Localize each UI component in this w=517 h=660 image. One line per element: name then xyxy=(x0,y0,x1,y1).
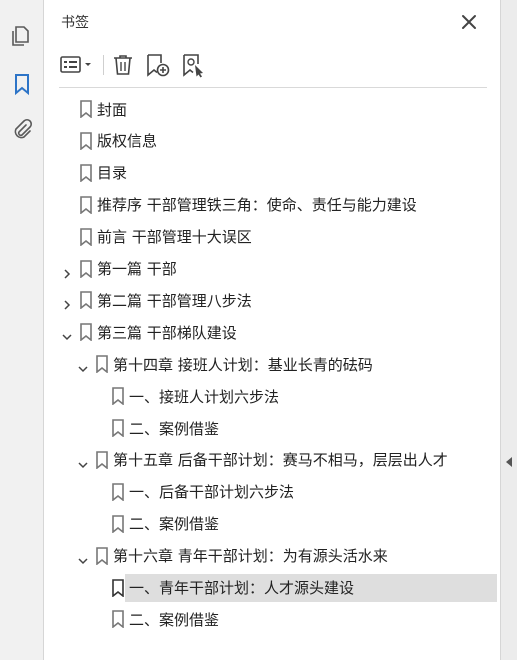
bookmark-icon xyxy=(79,227,93,247)
bookmark-icon xyxy=(95,355,109,374)
bookmark-icon xyxy=(79,323,93,342)
bookmark-row[interactable]: 前言 干部管理十大误区 xyxy=(45,222,505,252)
bookmark-row[interactable]: 封面 xyxy=(45,94,505,124)
bookmark-row[interactable]: 第十六章 青年干部计划：为有源头活水来 xyxy=(45,541,505,571)
bookmark-icon xyxy=(79,100,93,119)
bookmark-label: 二、案例借鉴 xyxy=(129,515,220,534)
chevron-down-icon[interactable] xyxy=(78,551,88,564)
bookmark-row[interactable]: 第一篇 干部 xyxy=(45,254,505,284)
new-bookmark-icon[interactable] xyxy=(145,52,171,78)
chevron-down-icon[interactable] xyxy=(78,455,88,468)
bookmark-label-wrap[interactable]: 第十四章 接班人计划：基业长青的砝码 xyxy=(109,350,497,378)
bookmark-row[interactable]: 目录 xyxy=(45,158,505,188)
bookmark-row[interactable]: 一、青年干部计划：人才源头建设 xyxy=(45,573,505,603)
bookmark-label: 一、接班人计划六步法 xyxy=(129,387,280,406)
pages-icon[interactable] xyxy=(10,24,34,48)
chevron-down-icon[interactable] xyxy=(78,359,88,373)
bookmark-label: 第十六章 青年干部计划：为有源头活水来 xyxy=(113,547,388,566)
panel-splitter[interactable] xyxy=(500,0,517,660)
toolbar-divider-line xyxy=(59,87,487,88)
bookmark-label-wrap[interactable]: 封面 xyxy=(93,95,497,123)
bookmark-label-wrap[interactable]: 第十五章 后备干部计划：赛马不相马，层层出人才 xyxy=(109,446,497,474)
delete-icon[interactable] xyxy=(111,52,135,78)
bookmark-label-wrap[interactable]: 前言 干部管理十大误区 xyxy=(93,223,497,251)
bookmark-icon xyxy=(79,291,93,311)
bookmark-row[interactable]: 第三篇 干部梯队建设 xyxy=(45,317,505,347)
bookmark-icon xyxy=(111,482,125,502)
bookmark-row[interactable]: 二、案例借鉴 xyxy=(45,509,505,539)
bookmark-label: 第十四章 接班人计划：基业长青的砝码 xyxy=(113,355,373,374)
bookmark-label-wrap[interactable]: 二、案例借鉴 xyxy=(125,414,497,442)
bookmark-label-wrap[interactable]: 第二篇 干部管理八步法 xyxy=(93,286,497,314)
bookmark-label-wrap[interactable]: 一、青年干部计划：人才源头建设 xyxy=(125,573,497,602)
bookmark-icon xyxy=(79,163,93,183)
options-menu-icon[interactable] xyxy=(59,52,97,78)
bookmark-label-wrap[interactable]: 一、后备干部计划六步法 xyxy=(125,478,497,506)
bookmark-icon xyxy=(79,195,93,215)
bookmark-row[interactable]: 一、后备干部计划六步法 xyxy=(45,477,505,507)
navigation-rail xyxy=(0,0,44,660)
bookmark-row[interactable]: 第十五章 后备干部计划：赛马不相马，层层出人才 xyxy=(45,445,505,475)
bookmark-label-wrap[interactable]: 第三篇 干部梯队建设 xyxy=(93,318,497,346)
attachment-icon[interactable] xyxy=(10,118,34,142)
bookmark-icon xyxy=(95,546,109,566)
bookmark-label: 第三篇 干部梯队建设 xyxy=(97,323,237,342)
bookmark-label: 第十五章 后备干部计划：赛马不相马，层层出人才 xyxy=(113,451,448,470)
bookmark-label: 一、青年干部计划：人才源头建设 xyxy=(129,579,355,597)
bookmark-label-wrap[interactable]: 目录 xyxy=(93,159,497,187)
bookmark-icon xyxy=(95,451,109,470)
panel-title: 书签 xyxy=(61,15,89,31)
chevron-down-icon[interactable] xyxy=(62,327,72,341)
collapse-arrow-icon[interactable] xyxy=(505,453,513,467)
bookmark-label: 第二篇 干部管理八步法 xyxy=(97,291,252,310)
bookmark-icon[interactable] xyxy=(10,72,34,96)
bookmark-row[interactable]: 二、案例借鉴 xyxy=(45,604,505,634)
bookmark-icon xyxy=(111,578,125,598)
bookmark-label-wrap[interactable]: 二、案例借鉴 xyxy=(125,510,497,538)
toolbar-divider xyxy=(103,55,104,75)
bookmark-label: 二、案例借鉴 xyxy=(129,610,220,629)
bookmark-icon xyxy=(111,610,125,630)
bookmark-label-wrap[interactable]: 第一篇 干部 xyxy=(93,255,497,283)
bookmark-row[interactable]: 版权信息 xyxy=(45,126,505,156)
bookmark-row[interactable]: 二、案例借鉴 xyxy=(45,413,505,443)
bookmark-label-wrap[interactable]: 一、接班人计划六步法 xyxy=(125,382,497,410)
bookmark-label-wrap[interactable]: 二、案例借鉴 xyxy=(125,605,497,633)
bookmark-icon xyxy=(111,387,125,406)
bookmark-row[interactable]: 一、接班人计划六步法 xyxy=(45,381,505,411)
bookmark-label: 版权信息 xyxy=(97,132,158,151)
bookmark-label-wrap[interactable]: 第十六章 青年干部计划：为有源头活水来 xyxy=(109,542,497,570)
bookmark-row[interactable]: 推荐序 干部管理铁三角：使命、责任与能力建设 xyxy=(45,190,505,220)
bookmark-label-wrap[interactable]: 版权信息 xyxy=(93,127,497,155)
bookmark-label: 目录 xyxy=(97,164,128,183)
bookmark-label: 一、后备干部计划六步法 xyxy=(129,483,295,502)
chevron-right-icon[interactable] xyxy=(62,264,72,279)
bookmark-row[interactable]: 第二篇 干部管理八步法 xyxy=(45,285,505,315)
bookmark-row[interactable]: 第十四章 接班人计划：基业长青的砝码 xyxy=(45,349,505,379)
bookmark-icon xyxy=(79,259,93,279)
close-icon[interactable] xyxy=(459,12,479,32)
bookmark-label: 第一篇 干部 xyxy=(97,260,177,278)
bookmark-label: 封面 xyxy=(97,100,128,119)
bookmark-from-selection-icon[interactable] xyxy=(181,52,207,78)
bookmark-label: 前言 干部管理十大误区 xyxy=(97,228,252,247)
bookmarks-toolbar xyxy=(59,52,499,80)
bookmarks-panel: 书签 封面 版权信息 目录 推荐序 干部管理铁三角：使命、责任与能力建设 前言 … xyxy=(45,0,505,660)
bookmark-label: 二、案例借鉴 xyxy=(129,419,220,438)
bookmark-icon xyxy=(111,514,125,534)
bookmark-icon xyxy=(79,132,93,151)
chevron-right-icon[interactable] xyxy=(62,295,72,310)
bookmark-label-wrap[interactable]: 推荐序 干部管理铁三角：使命、责任与能力建设 xyxy=(93,191,497,219)
bookmark-icon xyxy=(111,419,125,438)
bookmark-label: 推荐序 干部管理铁三角：使命、责任与能力建设 xyxy=(97,196,417,215)
